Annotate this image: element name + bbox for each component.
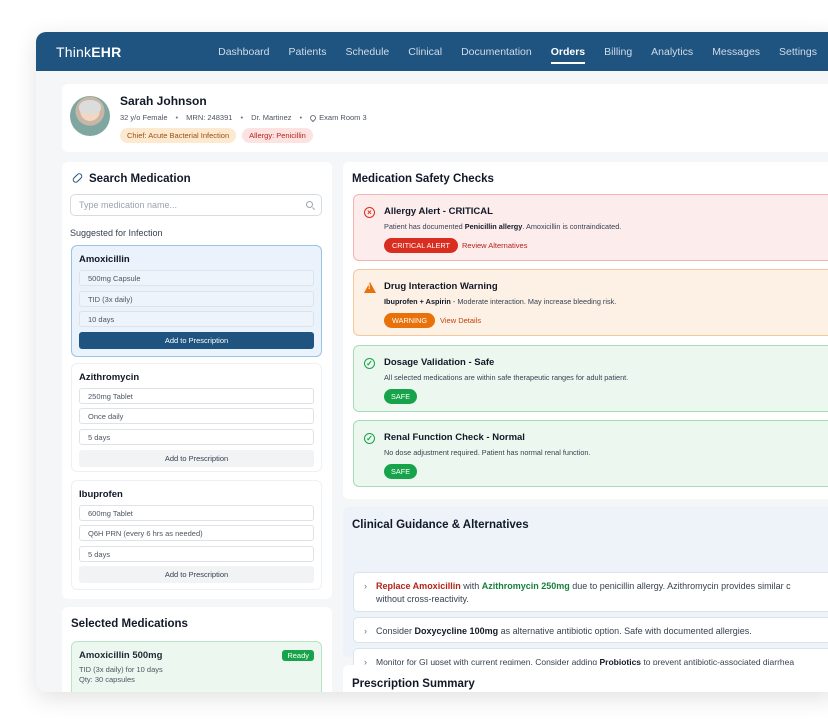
alert-title: Dosage Validation - Safe — [384, 357, 495, 368]
alert-title: Drug Interaction Warning — [384, 281, 498, 292]
pill-icon — [71, 171, 84, 185]
safe-badge: SAFE — [384, 464, 418, 479]
separator-dot: • — [240, 113, 244, 122]
nav-schedule[interactable]: Schedule — [345, 46, 389, 58]
patient-meta: 32 y/o Female • MRN: 248391 • Dr. Martin… — [120, 113, 367, 122]
safety-checks-panel: Medication Safety Checks × Allergy Alert… — [343, 162, 828, 499]
alert-description: Ibuprofen + Aspirin - Moderate interacti… — [384, 297, 617, 306]
review-alternatives-link[interactable]: Review Alternatives — [462, 241, 527, 250]
patient-mrn: MRN: 248391 — [186, 113, 233, 122]
check-circle-icon: ✓ — [364, 433, 375, 444]
search-medication-title: Search Medication — [71, 171, 191, 185]
add-to-prescription-button[interactable]: Add to Prescription — [79, 450, 314, 467]
error-circle-icon: × — [364, 207, 375, 218]
selected-med-item[interactable]: Amoxicillin 500mg Ready TID (3x daily) f… — [71, 641, 322, 692]
alert-description: Patient has documented Penicillin allerg… — [384, 222, 622, 231]
patient-tags: Chief: Acute Bacterial Infection Allergy… — [120, 128, 319, 143]
nav-clinical[interactable]: Clinical — [408, 46, 442, 58]
medication-search-input[interactable]: Type medication name... — [70, 194, 322, 216]
chief-complaint-badge: Chief: Acute Bacterial Infection — [120, 128, 237, 143]
guidance-item[interactable]: › Consider Doxycycline 100mg as alternat… — [353, 617, 828, 643]
patient-doctor: Dr. Martinez — [251, 113, 292, 122]
frequency-field[interactable]: Q6H PRN (every 6 hrs as needed) — [79, 525, 314, 541]
add-to-prescription-button[interactable]: Add to Prescription — [79, 332, 314, 349]
view-details-link[interactable]: View Details — [440, 316, 481, 325]
duration-field[interactable]: 10 days — [79, 311, 314, 327]
med-name: Ibuprofen — [79, 489, 123, 500]
nav-orders[interactable]: Orders — [550, 46, 586, 64]
suggested-label: Suggested for Infection — [70, 228, 163, 238]
selected-med-qty: Qty: 30 capsules — [79, 675, 135, 684]
med-name: Amoxicillin — [79, 254, 130, 265]
prescription-summary-title: Prescription Summary — [352, 678, 475, 690]
med-card-amoxicillin[interactable]: Amoxicillin 500mg Capsule TID (3x daily)… — [71, 245, 322, 357]
selected-med-name: Amoxicillin 500mg — [79, 650, 163, 661]
dose-field[interactable]: 600mg Tablet — [79, 505, 314, 521]
warning-badge: WARNING — [384, 313, 435, 328]
separator-dot: • — [299, 113, 303, 122]
check-circle-icon: ✓ — [364, 358, 375, 369]
nav-messages[interactable]: Messages — [712, 46, 760, 58]
dosage-validation: ✓ Dosage Validation - Safe All selected … — [353, 345, 828, 412]
allergy-badge: Allergy: Penicillin — [242, 128, 313, 143]
patient-name: Sarah Johnson — [120, 94, 207, 108]
warning-triangle-icon — [364, 282, 376, 293]
patient-age-sex: 32 y/o Female — [120, 113, 168, 122]
critical-alert-badge: CRITICAL ALERT — [384, 238, 458, 253]
nav-billing[interactable]: Billing — [604, 46, 632, 58]
status-badge: Ready — [282, 650, 314, 661]
nav-settings[interactable]: Settings — [779, 46, 817, 58]
safe-badge: SAFE — [384, 389, 418, 404]
add-to-prescription-button[interactable]: Add to Prescription — [79, 566, 314, 583]
med-card-ibuprofen[interactable]: Ibuprofen 600mg Tablet Q6H PRN (every 6 … — [71, 480, 322, 590]
med-name: Azithromycin — [79, 372, 140, 383]
interaction-warning: Drug Interaction Warning Ibuprofen + Asp… — [353, 269, 828, 336]
search-icon[interactable] — [306, 201, 313, 208]
patient-room: Exam Room 3 — [319, 113, 367, 122]
duration-field[interactable]: 5 days — [79, 429, 314, 445]
dose-field[interactable]: 500mg Capsule — [79, 270, 314, 286]
prescription-summary-panel: Prescription Summary — [343, 665, 828, 692]
alert-description: No dose adjustment required. Patient has… — [384, 448, 591, 457]
separator-dot: • — [175, 113, 179, 122]
duration-field[interactable]: 5 days — [79, 546, 314, 562]
clinical-guidance-title: Clinical Guidance & Alternatives — [352, 519, 529, 531]
nav-dashboard[interactable]: Dashboard — [218, 46, 269, 58]
renal-function-check: ✓ Renal Function Check - Normal No dose … — [353, 420, 828, 487]
alert-title: Allergy Alert - CRITICAL — [384, 206, 493, 217]
med-card-azithromycin[interactable]: Azithromycin 250mg Tablet Once daily 5 d… — [71, 363, 322, 472]
top-navbar: ThinkEHR Dashboard Patients Schedule Cli… — [36, 32, 828, 71]
allergy-alert: × Allergy Alert - CRITICAL Patient has d… — [353, 194, 828, 261]
selected-medications-panel: Selected Medications Amoxicillin 500mg R… — [62, 607, 332, 692]
nav-analytics[interactable]: Analytics — [651, 46, 693, 58]
frequency-field[interactable]: TID (3x daily) — [79, 291, 314, 307]
alert-title: Renal Function Check - Normal — [384, 432, 525, 443]
patient-avatar — [70, 96, 110, 136]
nav-patients[interactable]: Patients — [289, 46, 327, 58]
frequency-field[interactable]: Once daily — [79, 408, 314, 424]
app-logo[interactable]: ThinkEHR — [56, 44, 218, 60]
main-nav: Dashboard Patients Schedule Clinical Doc… — [218, 46, 828, 64]
nav-documentation[interactable]: Documentation — [461, 46, 532, 58]
dose-field[interactable]: 250mg Tablet — [79, 388, 314, 404]
selected-med-dosing: TID (3x daily) for 10 days — [79, 665, 163, 674]
guidance-item[interactable]: › Replace Amoxicillin with Azithromycin … — [353, 572, 828, 612]
chevron-right-icon: › — [364, 581, 367, 591]
alert-description: All selected medications are within safe… — [384, 373, 629, 382]
search-medication-panel: Search Medication Type medication name..… — [62, 162, 332, 599]
safety-checks-title: Medication Safety Checks — [352, 173, 494, 185]
app-window: ThinkEHR Dashboard Patients Schedule Cli… — [36, 32, 828, 692]
selected-medications-title: Selected Medications — [71, 618, 188, 630]
patient-header: Sarah Johnson 32 y/o Female • MRN: 24839… — [62, 84, 828, 152]
clinical-guidance-panel: Clinical Guidance & Alternatives › Repla… — [343, 507, 828, 674]
chevron-right-icon: › — [364, 626, 367, 636]
location-pin-icon — [308, 113, 318, 122]
